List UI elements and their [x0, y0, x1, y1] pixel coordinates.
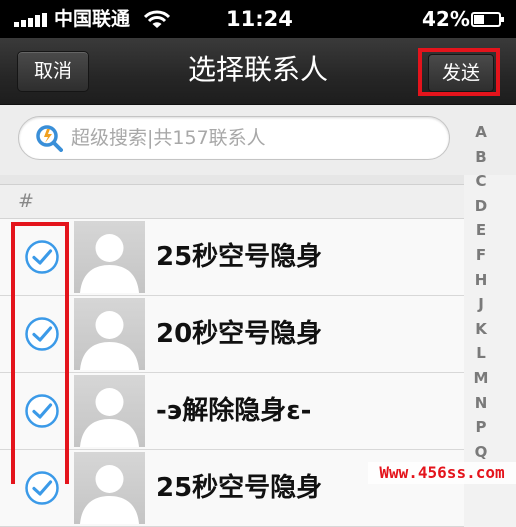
signal-icon: [14, 13, 47, 27]
search-area: 超级搜索|共157联系人: [0, 105, 516, 175]
avatar: [74, 221, 145, 293]
index-letter[interactable]: D: [468, 194, 494, 219]
index-letter[interactable]: F: [468, 243, 494, 268]
person-silhouette-icon: [80, 234, 139, 293]
site-watermark: Www.456ss.com: [368, 462, 516, 484]
contact-row[interactable]: 20秒空号隐身: [0, 296, 464, 373]
index-letter[interactable]: E: [468, 218, 494, 243]
search-placeholder: 超级搜索|共157联系人: [71, 127, 266, 149]
checkmark-icon[interactable]: [24, 470, 60, 506]
search-icon: [36, 125, 63, 152]
person-silhouette-icon: [80, 465, 139, 524]
contact-row[interactable]: 25秒空号隐身: [0, 219, 464, 296]
avatar: [74, 375, 145, 447]
page-title: 选择联系人: [187, 53, 328, 86]
avatar: [74, 452, 145, 524]
index-letter[interactable]: J: [468, 292, 494, 317]
index-letter[interactable]: Q: [468, 440, 494, 465]
person-silhouette-icon: [80, 388, 139, 447]
status-bar: 中国联通 11:24 42%: [0, 0, 516, 38]
index-letter[interactable]: B: [468, 145, 494, 170]
nav-bar: 取消 选择联系人 发送: [0, 38, 516, 105]
index-letter[interactable]: P: [468, 415, 494, 440]
section-header: #: [0, 185, 464, 219]
checkmark-icon[interactable]: [24, 316, 60, 352]
index-letter[interactable]: M: [468, 366, 494, 391]
cancel-button[interactable]: 取消: [17, 51, 89, 92]
index-letter[interactable]: C: [468, 169, 494, 194]
contact-row[interactable]: -э解除隐身ɛ-: [0, 373, 464, 450]
contact-name: 20秒空号隐身: [156, 319, 323, 349]
clock-time: 11:24: [226, 7, 293, 31]
send-button[interactable]: 发送: [428, 54, 494, 92]
index-letter[interactable]: A: [468, 120, 494, 145]
index-letter[interactable]: K: [468, 317, 494, 342]
search-input[interactable]: 超级搜索|共157联系人: [18, 116, 450, 160]
checkmark-icon[interactable]: [24, 239, 60, 275]
person-silhouette-icon: [80, 311, 139, 370]
contact-name: 25秒空号隐身: [156, 242, 323, 272]
battery-percent: 42%: [422, 7, 470, 31]
index-letter[interactable]: N: [468, 391, 494, 416]
contact-name: 25秒空号隐身: [156, 473, 323, 503]
alphabet-index-bar[interactable]: ABCDEFHJKLMNPQ: [468, 120, 494, 464]
battery-icon: [471, 12, 504, 27]
index-letter[interactable]: L: [468, 341, 494, 366]
avatar: [74, 298, 145, 370]
wifi-icon: [144, 10, 170, 28]
carrier-name: 中国联通: [54, 8, 131, 30]
checkmark-icon[interactable]: [24, 393, 60, 429]
section-divider: [0, 175, 464, 185]
contact-name: -э解除隐身ɛ-: [156, 396, 312, 426]
index-letter[interactable]: H: [468, 268, 494, 293]
